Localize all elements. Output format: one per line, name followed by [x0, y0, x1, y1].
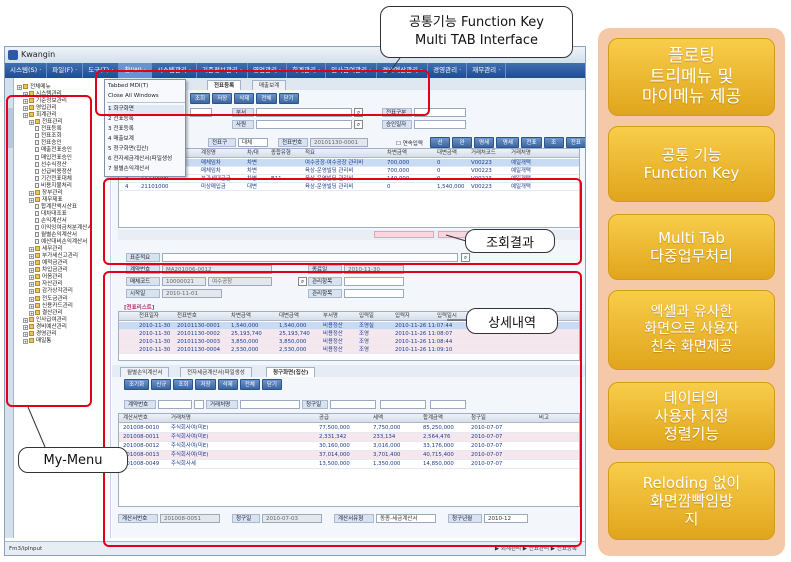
my-menu-pointer — [27, 406, 46, 448]
feature-box: Reloding 없이 화면깜빡임방 지 — [608, 462, 775, 540]
feature-panel: 플로팅 트리메뉴 및 마이메뉴 제공공통 기능 Function Key Mult… — [598, 28, 785, 556]
feature-box: 데이터의 사용자 지정 정렬기능 — [608, 382, 775, 450]
feature-box: 플로팅 트리메뉴 및 마이메뉴 제공 — [608, 38, 775, 116]
feature-box: 엑셀과 유사한 화면으로 사용자 친숙 화면제공 — [608, 290, 775, 370]
feature-box: 공통 기능 Function Key — [608, 126, 775, 202]
feature-box: Multi Tab 다중업무처리 — [608, 214, 775, 280]
function-key-pointer — [387, 57, 401, 75]
result-pointer — [445, 234, 467, 242]
